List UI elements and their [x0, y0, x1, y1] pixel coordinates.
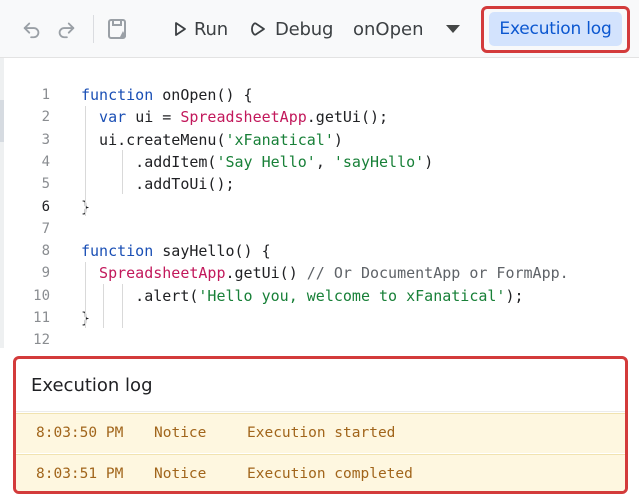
redo-icon[interactable] [54, 17, 78, 41]
code-token: SpreadsheetApp [180, 108, 307, 127]
code-token: .addItem( [81, 152, 217, 171]
code-token: function [81, 242, 163, 261]
code-text: .addToUi(); [81, 173, 235, 195]
code-token: ui.createMenu( [81, 130, 226, 149]
indent-guide [103, 284, 104, 328]
code-line[interactable]: 1 function onOpen() { [4, 84, 639, 106]
code-text: SpreadsheetApp.getUi() // Or DocumentApp… [81, 262, 569, 284]
code-text: ui.createMenu('xFanatical') [81, 129, 343, 151]
indent-guide [122, 150, 123, 194]
execution-log-title: Execution log [16, 359, 625, 412]
code-token: .getUi(); [306, 108, 389, 127]
execution-log-panel: Execution log 8:03:50 PM Notice Executio… [13, 356, 628, 494]
code-token: 'sayHello' [333, 152, 425, 171]
log-message: Execution completed [247, 466, 413, 482]
line-number: 6 [41, 198, 50, 215]
code-line[interactable]: 6} [4, 196, 639, 218]
code-token: var [81, 108, 136, 127]
code-line[interactable]: 12 [4, 329, 639, 351]
log-message: Execution started [247, 425, 396, 441]
line-number: 1 [41, 87, 50, 103]
log-entry: 8:03:50 PM Notice Execution started [16, 413, 625, 453]
code-token: onOpen() { [162, 86, 253, 104]
code-line[interactable]: 4 .addItem('Say Hello', 'sayHello') [4, 151, 639, 173]
code-line[interactable]: 11} [4, 307, 639, 329]
code-token: ); [505, 286, 524, 305]
code-token: ) [333, 130, 343, 149]
line-number: 4 [41, 153, 50, 170]
run-label: Run [194, 18, 228, 40]
line-number: 9 [41, 265, 50, 282]
code-editor[interactable]: 1 function onOpen() {2 var ui = Spreadshe… [4, 58, 639, 353]
code-text: .alert('Hello you, welcome to xFanatical… [81, 285, 524, 307]
code-line[interactable]: 8 function sayHello() { [4, 240, 639, 262]
code-token: , [315, 152, 334, 171]
code-token: ui = [135, 108, 181, 127]
code-line[interactable]: 10 .alert('Hello you, welcome to xFanati… [4, 285, 639, 307]
code-line[interactable]: 9 SpreadsheetApp.getUi() // Or DocumentA… [4, 262, 639, 284]
debug-icon [251, 22, 265, 36]
debug-label: Debug [275, 18, 334, 40]
code-token: function [81, 86, 163, 104]
code-text: .addItem('Say Hello', 'sayHello') [81, 151, 433, 173]
code-token: 'xFanatical' [225, 130, 334, 149]
log-level: Notice [154, 425, 207, 441]
execution-log-button-label: Execution log [499, 19, 612, 39]
code-token: .addToUi(); [81, 175, 235, 194]
code-line[interactable]: 7 [4, 218, 639, 240]
indent-guide [85, 106, 86, 216]
code-text: var ui = SpreadsheetApp.getUi(); [81, 106, 388, 128]
log-time: 8:03:51 PM [36, 466, 124, 482]
log-level: Notice [154, 466, 207, 482]
line-number: 10 [33, 287, 50, 304]
code-line[interactable]: 3 ui.createMenu('xFanatical') [4, 129, 639, 151]
code-text: function onOpen() { [81, 84, 253, 106]
code-token: // Or DocumentApp or FormApp. [306, 264, 569, 283]
code-token: sayHello() { [162, 242, 271, 261]
toolbar: Run Debug onOpen Execution log [0, 0, 639, 58]
function-selector-value: onOpen [353, 18, 424, 40]
undo-icon[interactable] [20, 17, 44, 41]
chevron-down-icon[interactable] [446, 25, 460, 33]
code-token: ) [424, 152, 434, 171]
execution-log-button[interactable]: Execution log [489, 12, 622, 46]
function-selector[interactable]: onOpen [353, 14, 424, 44]
line-number: 2 [41, 109, 50, 126]
indent-guide [122, 284, 123, 328]
line-number: 8 [41, 243, 50, 260]
debug-button[interactable]: Debug [249, 14, 333, 44]
code-line[interactable]: 5 .addToUi(); [4, 173, 639, 195]
play-icon [175, 22, 186, 36]
line-number: 3 [41, 131, 50, 148]
save-drive-icon[interactable] [106, 17, 130, 41]
code-text: function sayHello() { [81, 240, 271, 262]
code-line[interactable]: 2 var ui = SpreadsheetApp.getUi(); [4, 106, 639, 128]
indent-guide [85, 262, 86, 328]
code-token: SpreadsheetApp [81, 264, 226, 283]
toolbar-separator [93, 15, 94, 43]
line-number: 5 [41, 176, 50, 193]
run-button[interactable]: Run [172, 14, 228, 44]
line-number: 12 [33, 332, 50, 349]
line-number: 11 [33, 310, 50, 326]
code-token: 'Say Hello' [216, 152, 316, 171]
code-token: .getUi() [225, 264, 307, 283]
line-number: 7 [41, 220, 50, 237]
code-token: .alert( [81, 286, 199, 305]
log-entry: 8:03:51 PM Notice Execution completed [16, 454, 625, 491]
log-time: 8:03:50 PM [36, 425, 124, 441]
code-token: 'Hello you, welcome to xFanatical' [198, 286, 506, 305]
